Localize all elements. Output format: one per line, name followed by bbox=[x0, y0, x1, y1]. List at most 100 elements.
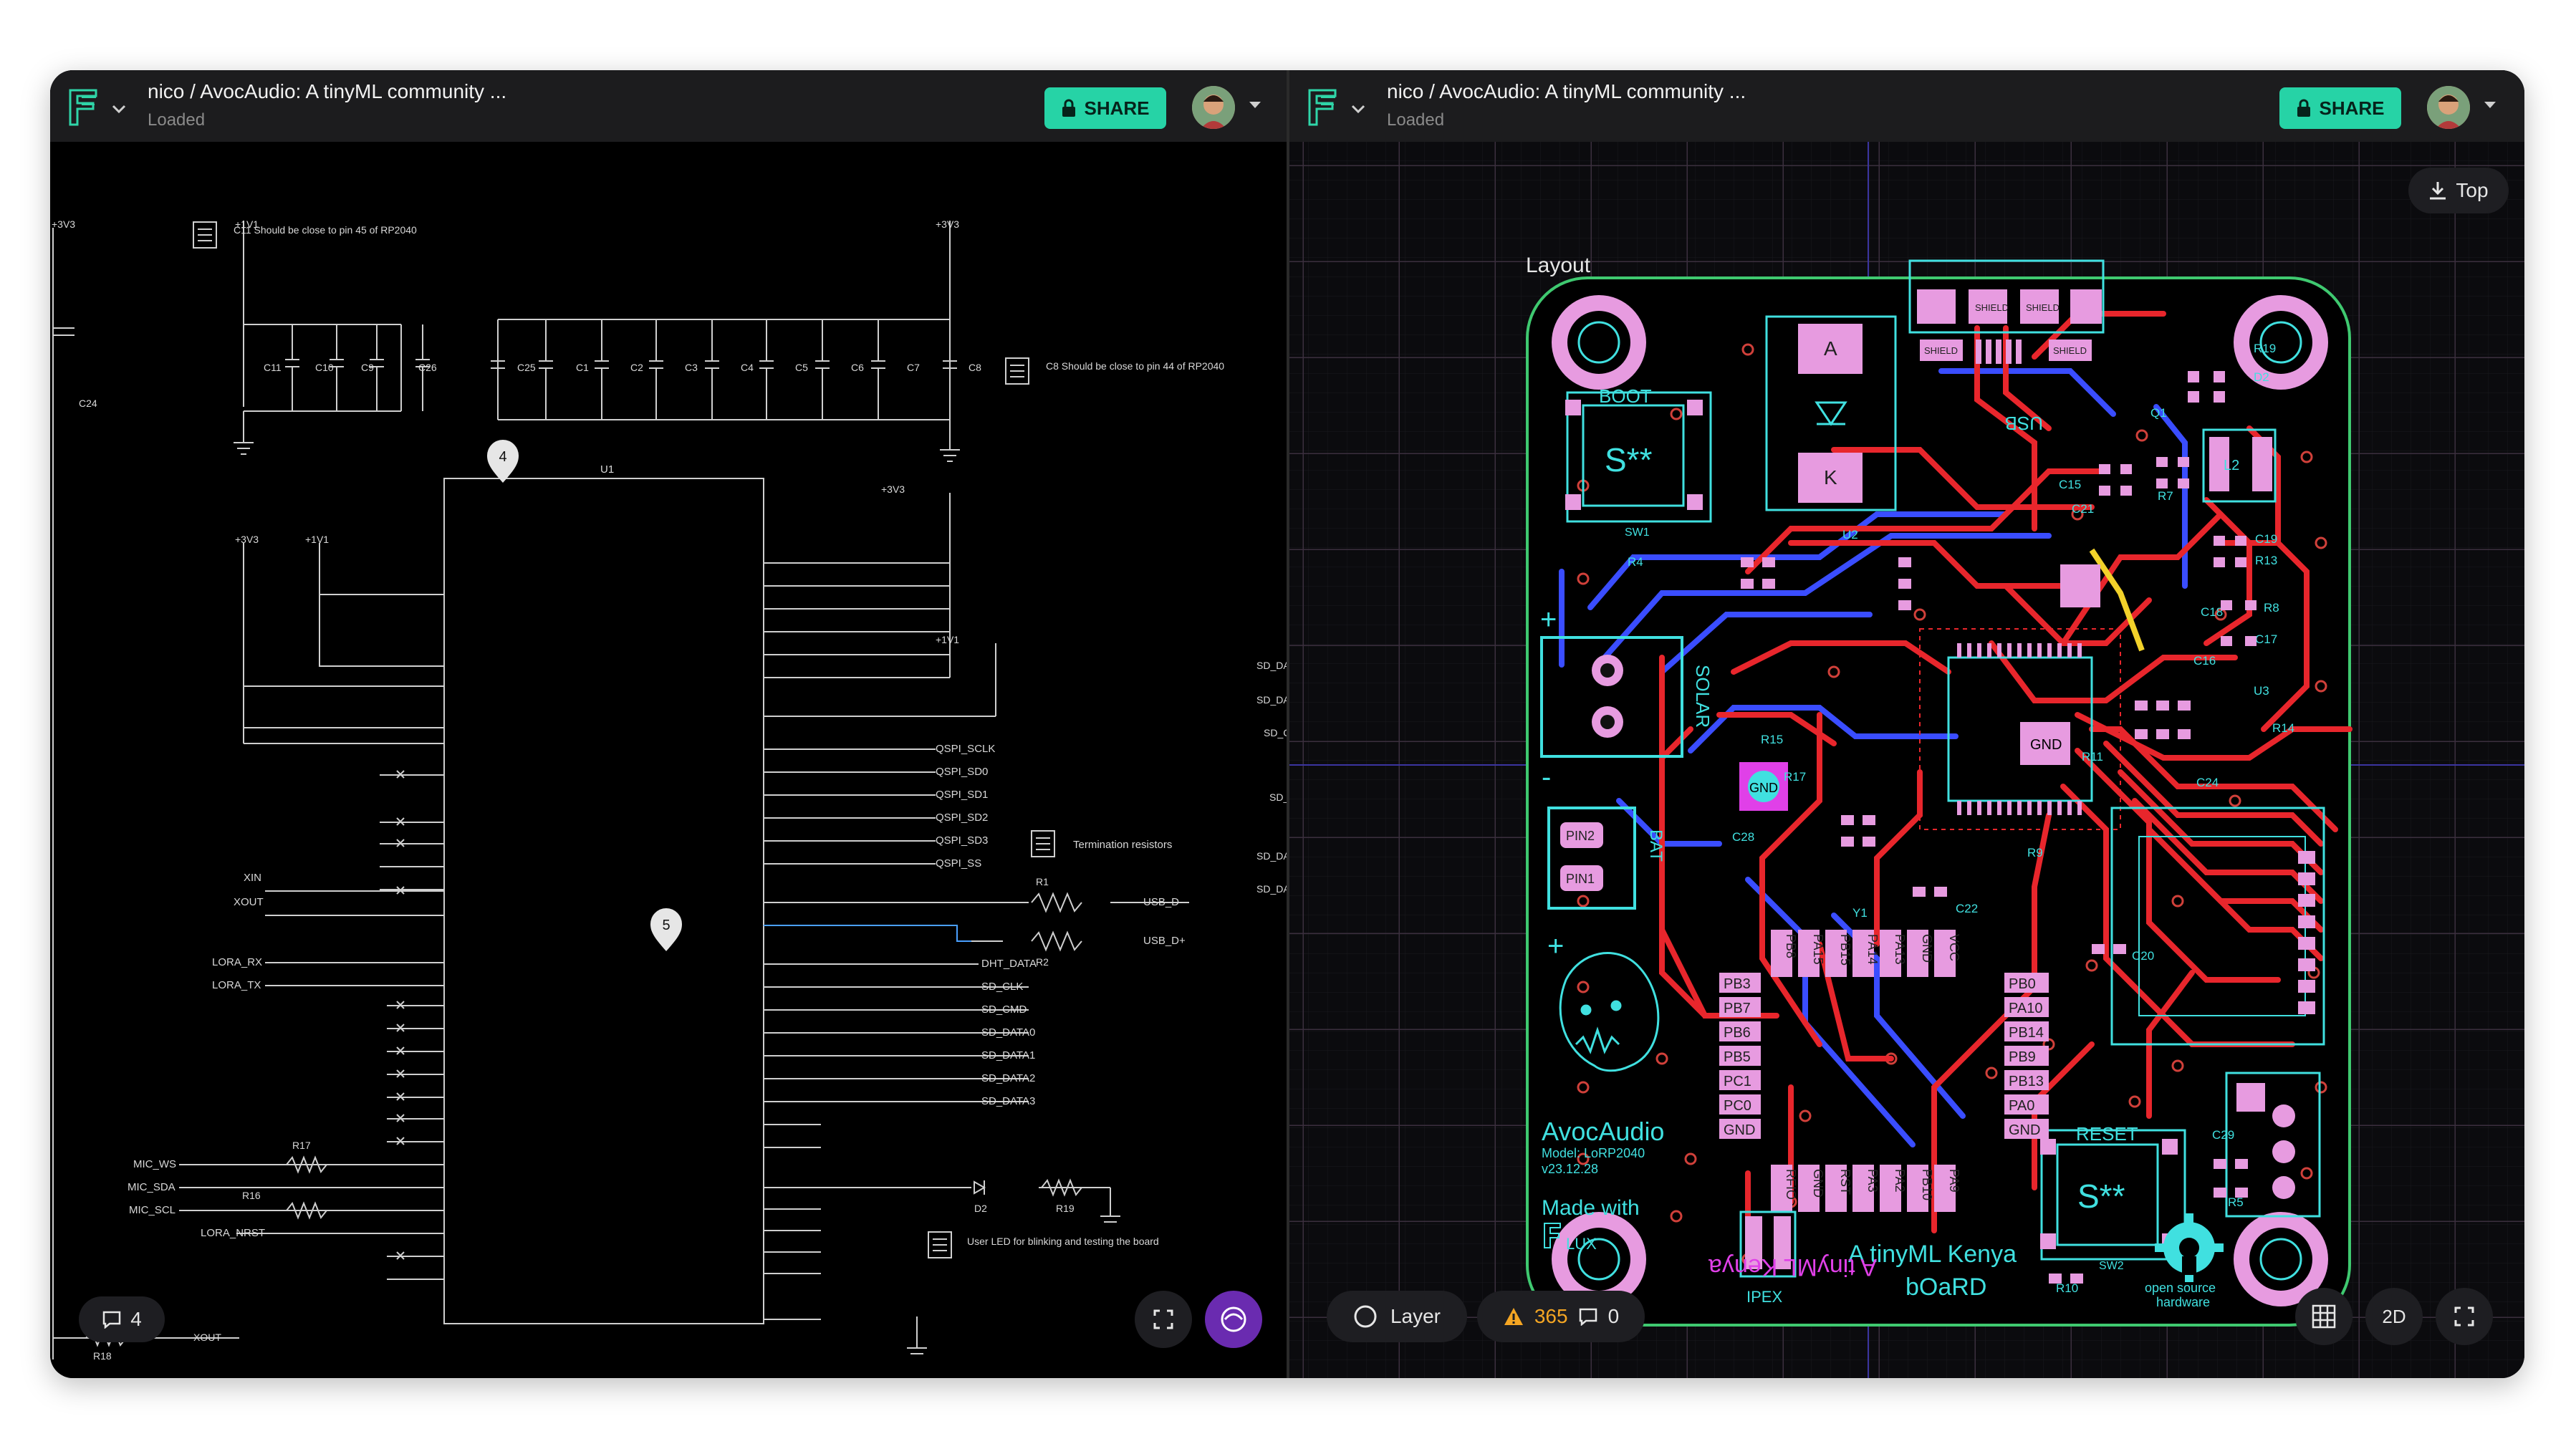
usb-label: USB bbox=[2005, 413, 2043, 434]
issues-button[interactable]: 365 0 bbox=[1477, 1291, 1645, 1342]
comment-icon bbox=[102, 1311, 121, 1329]
resistor-label: R2 bbox=[1036, 956, 1049, 968]
pin-label: PA13 bbox=[1893, 934, 1907, 965]
board-label: bOaRD bbox=[1905, 1274, 1986, 1301]
pin-label: PA10 bbox=[2009, 1001, 2042, 1016]
comments-button[interactable]: 4 bbox=[79, 1296, 165, 1342]
pin-label: PB9 bbox=[2009, 1049, 2036, 1065]
project-title[interactable]: nico / AvocAudio: A tinyML community ... bbox=[148, 80, 506, 103]
project-title[interactable]: nico / AvocAudio: A tinyML community ... bbox=[1387, 80, 1746, 103]
caret-down-icon[interactable] bbox=[2484, 102, 2496, 108]
rail-label: +3V3 bbox=[936, 218, 959, 230]
share-button[interactable]: SHARE bbox=[2279, 87, 2401, 129]
ref-label: C15 bbox=[2059, 478, 2081, 491]
gnd-label: GND bbox=[1749, 781, 1778, 795]
ref-label: Q1 bbox=[2150, 406, 2167, 420]
view-side-label: Top bbox=[2456, 179, 2489, 201]
ref-label: L2 bbox=[2224, 458, 2239, 473]
ref-label: R9 bbox=[2027, 846, 2043, 860]
logo-icon[interactable] bbox=[1305, 86, 1374, 129]
note-icon[interactable] bbox=[928, 1231, 952, 1258]
pin-label: VCC bbox=[1947, 934, 1961, 961]
edge-net-label: SD_DA bbox=[1256, 660, 1287, 671]
pin-label: GND bbox=[2009, 1122, 2040, 1138]
cap-label: C26 bbox=[418, 362, 437, 373]
ref-label: C24 bbox=[2196, 776, 2219, 789]
caret-down-icon bbox=[1351, 105, 1365, 114]
copilot-button[interactable] bbox=[1205, 1291, 1262, 1348]
ref-label: D2 bbox=[2254, 370, 2269, 384]
net-label: QSPI_SD1 bbox=[936, 789, 988, 801]
pin-label: PB6 bbox=[1724, 1025, 1751, 1041]
marker-icon[interactable]: 5 bbox=[650, 908, 682, 951]
view-2d-button[interactable]: 2D bbox=[2365, 1288, 2423, 1345]
note-c11: C11 Should be close to pin 45 of RP2040 bbox=[234, 224, 417, 236]
fullscreen-button[interactable] bbox=[2436, 1288, 2493, 1345]
pcb-drawing: Layout GND BOOT S** SW1 RESET S** SW2 A … bbox=[1289, 142, 2524, 1378]
edge-net-label: SD_C bbox=[1264, 727, 1287, 738]
rail-label: +3V3 bbox=[235, 534, 259, 545]
board-model: Model: LoRP2040 bbox=[1542, 1146, 1645, 1160]
fullscreen-button[interactable] bbox=[1135, 1291, 1192, 1348]
solar-label: SOLAR bbox=[1692, 665, 1714, 728]
ref-label: R11 bbox=[2082, 750, 2103, 764]
net-label: QSPI_SS bbox=[936, 857, 981, 870]
layer-button[interactable]: Layer bbox=[1327, 1291, 1467, 1342]
schematic-drawing: +1V1 +3V3 +3V3 +3V3 +1V1 +3V3 +1V1 C11 C… bbox=[52, 218, 1287, 1362]
pin-label: PB10 bbox=[1920, 1169, 1934, 1200]
ref-label: C17 bbox=[2255, 632, 2277, 646]
layer-label: Layer bbox=[1390, 1305, 1441, 1327]
caret-down-icon[interactable] bbox=[1249, 102, 1261, 108]
pcb-canvas[interactable]: Layout GND BOOT S** SW1 RESET S** SW2 A … bbox=[1289, 142, 2524, 1378]
ipex-label: IPEX bbox=[1746, 1288, 1782, 1306]
sw-footprint-label: S** bbox=[1605, 441, 1653, 478]
schematic-canvas[interactable]: +1V1 +3V3 +3V3 +3V3 +1V1 +3V3 +1V1 C11 C… bbox=[50, 142, 1287, 1378]
lora-module-left-pins: PB3 PB7 PB6 PB5 PC1 PC0 GND bbox=[1719, 973, 1761, 1139]
board-version: v23.12.28 bbox=[1542, 1162, 1598, 1176]
pin-label: PA14 bbox=[1865, 934, 1880, 965]
schematic-topbar: nico / AvocAudio: A tinyML community ...… bbox=[50, 70, 1287, 142]
pin-label: PB0 bbox=[2009, 976, 2036, 992]
project-status: Loaded bbox=[1387, 110, 1445, 130]
mounting-hole bbox=[2234, 295, 2328, 390]
cap-label: C6 bbox=[851, 362, 864, 373]
net-label: SD_CLK bbox=[981, 981, 1023, 993]
layout-label: Layout bbox=[1526, 254, 1591, 277]
edge-net-label: SD_DA bbox=[1256, 694, 1287, 706]
cap-label: C2 bbox=[630, 362, 643, 373]
share-button[interactable]: SHARE bbox=[1044, 87, 1166, 129]
bat-label: BAT bbox=[1646, 829, 1666, 862]
net-label: MIC_WS bbox=[133, 1158, 176, 1170]
app-window: nico / AvocAudio: A tinyML community ...… bbox=[50, 70, 2524, 1378]
net-label: DHT_DATA bbox=[981, 958, 1037, 970]
pin-label: PB5 bbox=[1724, 1049, 1751, 1065]
note-icon[interactable] bbox=[1005, 357, 1029, 385]
avatar[interactable] bbox=[2427, 86, 2470, 129]
warnings-count: 365 bbox=[1534, 1305, 1568, 1327]
cap-label: C10 bbox=[315, 362, 334, 373]
ref-label: C16 bbox=[2193, 654, 2216, 668]
note-icon[interactable] bbox=[1031, 830, 1055, 857]
ref-label: R14 bbox=[2272, 721, 2294, 735]
pin-label: PA0 bbox=[2009, 1098, 2034, 1114]
reset-label: RESET bbox=[2076, 1123, 2138, 1145]
cap-label: C3 bbox=[685, 362, 698, 373]
net-label: QSPI_SD3 bbox=[936, 834, 988, 847]
ref-label: C22 bbox=[1956, 902, 1978, 915]
marker-icon[interactable]: 4 bbox=[487, 440, 519, 483]
lock-icon bbox=[1062, 99, 1076, 117]
cap-label: C5 bbox=[795, 362, 808, 373]
avatar-icon bbox=[2427, 86, 2470, 129]
note-user-led: User LED for blinking and testing the bo… bbox=[967, 1236, 1159, 1247]
logo-icon[interactable] bbox=[66, 86, 135, 129]
net-label: XOUT bbox=[234, 896, 264, 908]
avatar[interactable] bbox=[1192, 86, 1235, 129]
note-icon[interactable] bbox=[193, 221, 217, 249]
view-side-button[interactable]: Top bbox=[2408, 168, 2509, 213]
pin-label: PIN2 bbox=[1566, 829, 1595, 843]
grid-toggle-button[interactable] bbox=[2295, 1288, 2352, 1345]
net-label: SD_DATA2 bbox=[981, 1072, 1035, 1084]
net-label: LORA_RX bbox=[212, 956, 262, 968]
net-label: QSPI_SD2 bbox=[936, 812, 988, 824]
anode-label: A bbox=[1824, 337, 1837, 360]
